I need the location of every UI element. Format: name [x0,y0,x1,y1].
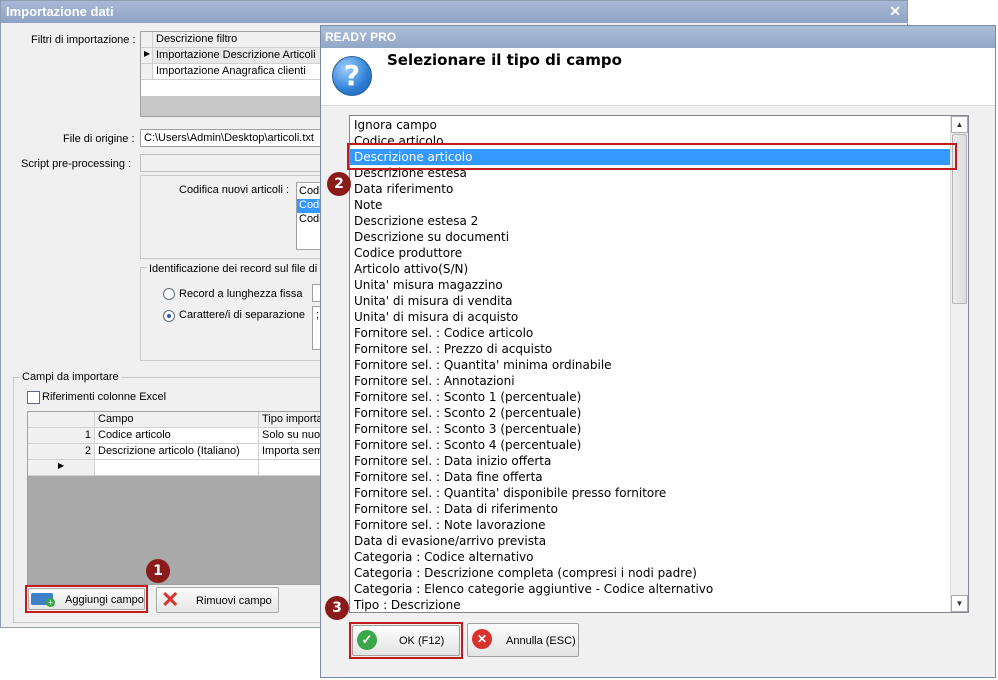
fixed-length-label: Record a lunghezza fissa [179,288,303,300]
list-item[interactable]: Fornitore sel. : Sconto 4 (percentuale) [350,437,950,453]
excel-columns-label: Riferimenti colonne Excel [42,391,167,403]
row-number: 1 [28,428,95,444]
fields-group-label: Campi da importare [20,371,121,383]
list-item[interactable]: Fornitore sel. : Sconto 1 (percentuale) [350,389,950,405]
new-row-pointer-icon: ▶ [28,460,95,476]
list-item[interactable]: Unita' di misura di vendita [350,293,950,309]
list-item[interactable]: Fornitore sel. : Prezzo di acquisto [350,341,950,357]
list-item[interactable]: Unita' misura magazzino [350,277,950,293]
encoding-group: Codifica nuovi articoli : Codi Codi Codi [140,175,327,259]
field-type-dialog: READY PRO ? Selezionare il tipo di campo… [320,25,996,678]
checkmark-icon: ✓ [357,630,377,650]
cancel-icon: ✕ [472,629,492,649]
list-item[interactable]: Fornitore sel. : Data inizio offerta [350,453,950,469]
field-type-listbox[interactable]: Ignora campo Codice articolo Descrizione a… [349,115,969,613]
list-item[interactable]: Fornitore sel. : Codice articolo [350,325,950,341]
list-item[interactable]: Tipo : Descrizione [350,597,950,612]
list-item[interactable]: Codice produttore [350,245,950,261]
dialog-heading: Selezionare il tipo di campo [387,51,622,69]
step-badge-3: 3 [325,596,349,620]
list-item[interactable]: Fornitore sel. : Sconto 2 (percentuale) [350,405,950,421]
list-item[interactable]: Articolo attivo(S/N) [350,261,950,277]
list-item[interactable]: Note [350,197,950,213]
list-item[interactable]: Categoria : Elenco categorie aggiuntive … [350,581,950,597]
highlight-selected-item [347,143,957,170]
list-item[interactable]: Data riferimento [350,181,950,197]
remove-field-label: Rimuovi campo [196,595,272,607]
list-item[interactable]: Fornitore sel. : Note lavorazione [350,517,950,533]
list-item[interactable]: Categoria : Codice alternativo [350,549,950,565]
list-item[interactable]: Fornitore sel. : Quantita' minima ordina… [350,357,950,373]
import-window-titlebar: Importazione dati ✕ [1,1,907,23]
add-field-label: Aggiungi campo [65,594,144,606]
list-item[interactable]: Unita' di misura di acquisto [350,309,950,325]
list-item[interactable]: Categoria : Descrizione completa (compre… [350,565,950,581]
encoding-item[interactable]: Codi [299,185,322,197]
row-pointer-icon: ▶ [141,48,153,64]
record-id-label: Identificazione dei record sul file di c [147,263,328,275]
table-row-type[interactable]: Importa semp [259,444,325,460]
ok-button-label: OK (F12) [399,635,445,647]
separator-radio[interactable] [163,310,175,322]
list-item[interactable]: Fornitore sel. : Annotazioni [350,373,950,389]
filters-header: Descrizione filtro [153,32,325,48]
row-number: 2 [28,444,95,460]
scroll-up-icon[interactable]: ▲ [951,116,968,133]
column-header-tipo[interactable]: Tipo importaz [259,412,325,428]
table-row-field[interactable]: Codice articolo [95,428,259,444]
list-item[interactable]: Fornitore sel. : Sconto 3 (percentuale) [350,421,950,437]
list-item[interactable]: Ignora campo [350,117,950,133]
record-id-group: Identificazione dei record sul file di c… [140,263,328,361]
remove-icon: ✕ [161,587,180,612]
import-window-title: Importazione dati [6,4,114,19]
filter-row[interactable]: Importazione Descrizione Articoli [153,48,325,64]
encoding-item[interactable]: Codi [299,213,322,225]
dialog-header: ? Selezionare il tipo di campo [321,48,995,106]
filters-label: Filtri di importazione : [31,34,136,46]
question-icon: ? [332,56,372,96]
ok-button[interactable]: ✓ OK (F12) [352,625,460,656]
scroll-down-icon[interactable]: ▼ [951,595,968,612]
plus-icon: + [46,598,55,607]
step-badge-1: 1 [146,559,170,583]
step-badge-2: 2 [327,172,351,196]
excel-columns-checkbox[interactable] [27,391,40,404]
listbox-scrollbar[interactable]: ▲ ▼ [950,116,968,612]
list-item[interactable]: Descrizione estesa 2 [350,213,950,229]
script-input[interactable] [140,154,324,172]
table-row-field[interactable]: Descrizione articolo (Italiano) [95,444,259,460]
list-item[interactable]: Fornitore sel. : Data di riferimento [350,501,950,517]
close-icon[interactable]: ✕ [889,3,901,20]
filters-grid: Descrizione filtro ▶ Importazione Descri… [140,31,325,117]
fields-table: Campo Tipo importaz 1 Codice articolo So… [27,411,325,585]
source-file-input[interactable]: C:\Users\Admin\Desktop\articoli.txt [140,129,324,147]
list-item[interactable]: Descrizione su documenti [350,229,950,245]
list-item[interactable]: Data di evasione/arrivo prevista [350,533,950,549]
fixed-length-radio[interactable] [163,288,175,300]
list-item[interactable]: Fornitore sel. : Data fine offerta [350,469,950,485]
script-label: Script pre-processing : [21,158,132,170]
separator-label: Carattere/i di separazione [179,309,305,321]
filter-row[interactable]: Importazione Anagrafica clienti [153,64,325,80]
list-item[interactable]: Fornitore sel. : Quantita' disponibile p… [350,485,950,501]
table-row-type[interactable]: Solo su nuovi [259,428,325,444]
encoding-label: Codifica nuovi articoli : [179,184,290,196]
dialog-titlebar: READY PRO [321,26,995,48]
cancel-button-label: Annulla (ESC) [506,635,576,647]
dialog-title: READY PRO [325,30,397,44]
remove-field-button[interactable]: ✕ Rimuovi campo [156,587,279,613]
column-header-campo[interactable]: Campo [95,412,259,428]
source-file-label: File di origine : [63,133,135,145]
cancel-button[interactable]: ✕ Annulla (ESC) [467,623,579,657]
add-field-button[interactable]: + Aggiungi campo [28,588,145,610]
